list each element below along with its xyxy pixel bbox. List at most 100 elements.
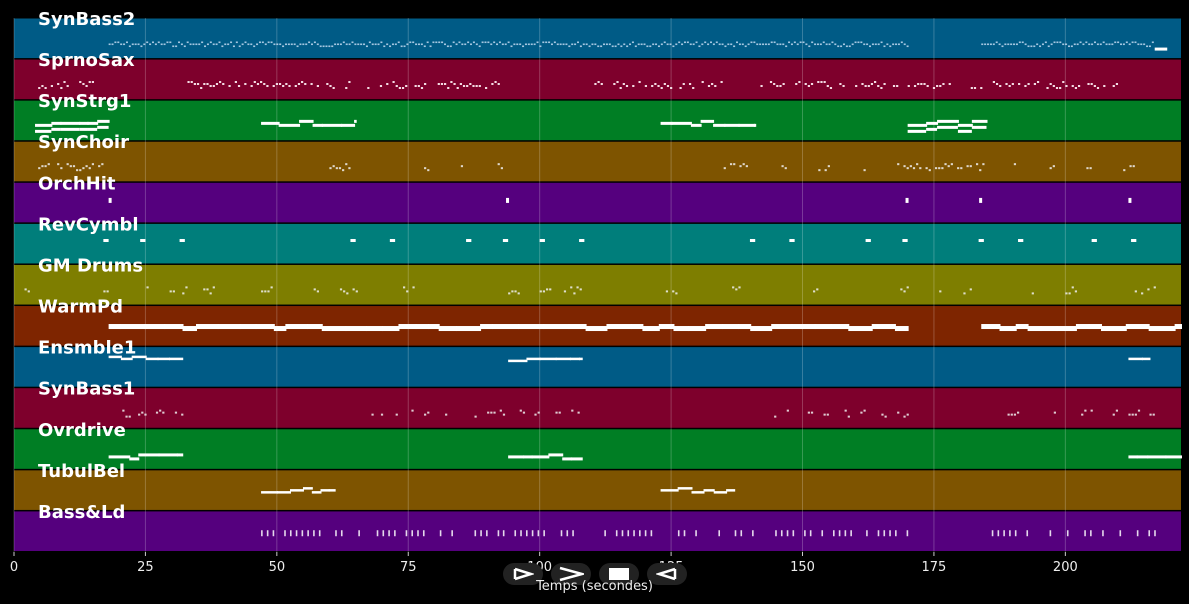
note (518, 324, 545, 330)
note (698, 45, 701, 48)
note (791, 324, 816, 330)
note (1059, 87, 1062, 90)
note (1141, 292, 1144, 295)
note (938, 167, 941, 170)
note (451, 530, 453, 537)
note (713, 123, 726, 127)
note (579, 45, 582, 48)
note (998, 43, 1001, 46)
note (781, 165, 784, 168)
note (301, 530, 304, 537)
note (424, 83, 427, 86)
note (237, 85, 241, 88)
note (649, 45, 652, 48)
note (183, 45, 186, 48)
note (695, 41, 698, 44)
note (923, 83, 926, 86)
note (79, 169, 82, 172)
note (302, 43, 305, 46)
note (579, 288, 582, 291)
note (860, 41, 863, 44)
note (971, 125, 987, 129)
note (1013, 413, 1017, 416)
note (987, 43, 990, 46)
note (328, 45, 331, 48)
note (1114, 41, 1117, 44)
note (296, 45, 299, 48)
note (895, 530, 897, 537)
note (799, 41, 802, 44)
note (1010, 413, 1013, 416)
note (907, 85, 910, 88)
note (810, 411, 814, 414)
note (1165, 455, 1182, 459)
note (122, 409, 125, 412)
note (600, 83, 603, 86)
note (79, 127, 88, 131)
note (675, 292, 678, 295)
note (60, 127, 80, 131)
note (555, 357, 571, 361)
note (411, 409, 414, 412)
note (140, 238, 146, 242)
note (444, 43, 447, 46)
note (493, 41, 496, 44)
note (163, 43, 166, 46)
note (415, 324, 429, 330)
note (1088, 324, 1102, 330)
note (802, 41, 805, 44)
note (1056, 41, 1059, 44)
note (756, 43, 759, 46)
note (348, 167, 351, 170)
note (1027, 326, 1042, 332)
note (730, 43, 733, 46)
note (218, 41, 221, 44)
note (87, 127, 98, 131)
note (752, 530, 754, 537)
note (111, 43, 114, 46)
note (144, 324, 166, 330)
note (718, 43, 721, 46)
note (865, 238, 871, 242)
track-label: RevCymbl (38, 214, 139, 235)
note (1115, 83, 1119, 86)
note (290, 43, 293, 46)
note (478, 45, 481, 48)
note (1125, 324, 1150, 330)
note (997, 530, 1000, 537)
note (619, 87, 622, 90)
note (957, 167, 960, 170)
note (1146, 45, 1149, 48)
note (179, 238, 185, 242)
note (792, 530, 795, 537)
note (185, 286, 188, 289)
note (597, 45, 600, 48)
note (566, 530, 569, 537)
note (297, 83, 301, 86)
note (146, 286, 149, 289)
note (854, 41, 857, 44)
note (379, 85, 383, 88)
note (750, 326, 773, 332)
note (727, 43, 730, 46)
note (903, 43, 906, 46)
note (884, 415, 887, 418)
note (341, 123, 356, 127)
note (562, 457, 573, 461)
note (365, 326, 384, 332)
note (464, 43, 467, 46)
note (934, 167, 938, 170)
note (1140, 43, 1143, 46)
note (928, 169, 931, 172)
note (688, 326, 707, 332)
note (82, 83, 85, 86)
note (1018, 238, 1024, 242)
note (1128, 413, 1131, 416)
note (1076, 43, 1079, 46)
note (775, 530, 777, 537)
note (412, 286, 415, 289)
note (340, 530, 343, 537)
note (617, 43, 620, 46)
note (276, 43, 279, 46)
note (382, 326, 400, 332)
